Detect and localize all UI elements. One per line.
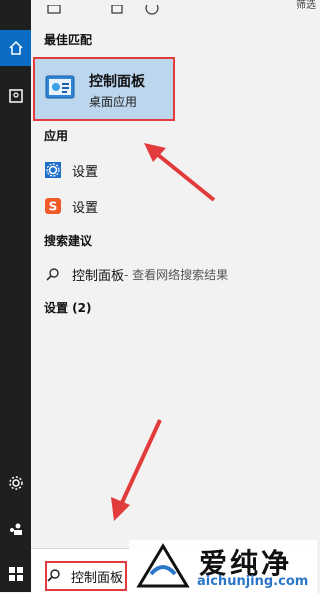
documents-icon[interactable] [0, 78, 31, 114]
gear-icon [44, 161, 62, 179]
sogou-icon: S [44, 197, 62, 215]
start-search-panel: 筛选 最佳匹配 控制面板 桌面应用 应用 设置 S 设置 搜索建议 控制面板 -… [31, 0, 317, 592]
annotation-arrow-lower [111, 419, 162, 521]
documents-filter-icon[interactable] [111, 0, 123, 19]
best-match-header: 最佳匹配 [44, 33, 93, 47]
watermark-logo-icon [136, 543, 190, 588]
start-left-rail [0, 0, 31, 592]
annotation-arrow-upper [144, 143, 216, 202]
best-match-subtitle: 桌面应用 [89, 95, 138, 109]
search-icon [47, 567, 61, 586]
search-icon [44, 265, 62, 283]
apps-header: 应用 [44, 129, 69, 143]
suggestion-hint: - 查看网络搜索结果 [124, 267, 229, 282]
people-icon[interactable] [0, 511, 31, 547]
control-panel-icon [45, 75, 75, 105]
best-match-control-panel[interactable]: 控制面板 桌面应用 [33, 57, 175, 121]
web-filter-icon[interactable] [145, 0, 159, 19]
watermark: 爱纯净 aichunjing.com [129, 540, 317, 592]
app-item-settings[interactable]: 设置 [44, 158, 98, 182]
app-item-settings-sogou[interactable]: S 设置 [44, 194, 98, 218]
app-item-label: 设置 [72, 164, 99, 180]
svg-text:S: S [49, 200, 58, 214]
settings-gear-icon[interactable] [0, 465, 31, 501]
filter-bar: 筛选 [31, 0, 317, 20]
search-suggestions-header: 搜索建议 [44, 234, 93, 248]
settings-results-header[interactable]: 设置 (2) [44, 299, 92, 316]
search-input[interactable]: 控制面板 [71, 567, 123, 586]
windows-start-icon[interactable] [0, 556, 31, 592]
best-match-title: 控制面板 [89, 74, 145, 90]
watermark-url: aichunjing.com [197, 574, 309, 589]
suggestion-label: 控制面板 [72, 268, 125, 284]
apps-filter-icon[interactable] [47, 0, 61, 19]
filters-menu-label[interactable]: 筛选 [296, 0, 316, 11]
app-item-label: 设置 [72, 200, 99, 216]
web-suggestion-item[interactable]: 控制面板 - 查看网络搜索结果 [44, 262, 228, 286]
home-icon[interactable] [0, 30, 31, 66]
